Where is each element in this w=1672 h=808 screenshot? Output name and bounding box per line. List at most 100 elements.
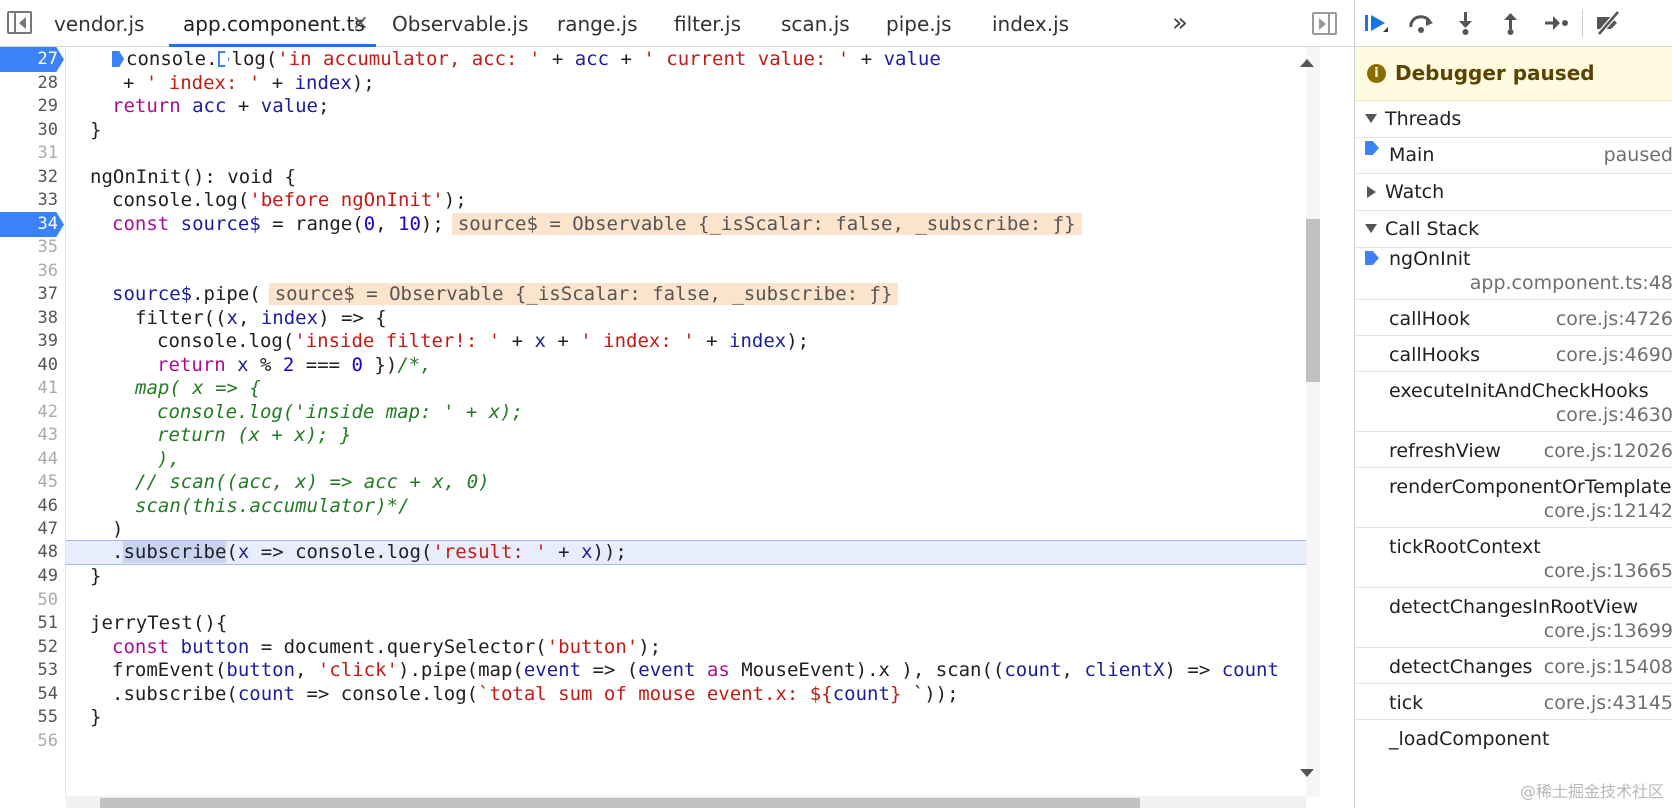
- code-line[interactable]: 38 filter((x, index) => {: [0, 306, 1320, 331]
- more-tabs-icon[interactable]: »: [1172, 0, 1188, 46]
- line-number[interactable]: 47: [0, 517, 60, 542]
- code-line[interactable]: 54 .subscribe(count => console.log(`tota…: [0, 682, 1320, 707]
- scroll-down-icon[interactable]: [1300, 769, 1314, 777]
- line-number[interactable]: 36: [0, 259, 60, 284]
- code-line[interactable]: 36: [0, 259, 1320, 284]
- line-number[interactable]: 28: [0, 71, 60, 96]
- code-line[interactable]: 40 return x % 2 === 0 })/*,: [0, 353, 1320, 378]
- line-number[interactable]: 52: [0, 635, 60, 660]
- code-line[interactable]: 53 fromEvent(button, 'click').pipe(map(e…: [0, 658, 1320, 683]
- line-number[interactable]: 53: [0, 658, 60, 683]
- code-line[interactable]: 49 }: [0, 564, 1320, 589]
- line-number[interactable]: 46: [0, 494, 60, 519]
- code-line[interactable]: 37 source$.pipe(source$ = Observable {_i…: [0, 282, 1320, 307]
- tab-scan-js[interactable]: scan.js: [781, 0, 850, 47]
- line-number[interactable]: 44: [0, 447, 60, 472]
- tab-filter-js[interactable]: filter.js: [674, 0, 741, 47]
- line-number[interactable]: 49: [0, 564, 60, 589]
- resume-icon[interactable]: [1361, 8, 1391, 38]
- line-number[interactable]: 32: [0, 165, 60, 190]
- line-number[interactable]: 43: [0, 423, 60, 448]
- line-number[interactable]: 56: [0, 729, 60, 754]
- line-number[interactable]: 31: [0, 141, 60, 166]
- step-over-icon[interactable]: [1406, 8, 1436, 38]
- call-stack-frame[interactable]: ngOnInit app.component.ts:48: [1355, 248, 1672, 300]
- code-line[interactable]: 50: [0, 588, 1320, 613]
- call-stack-section-header[interactable]: Call Stack: [1355, 211, 1672, 248]
- code-line[interactable]: 43 return (x + x); }: [0, 423, 1320, 448]
- line-number[interactable]: 30: [0, 118, 60, 143]
- call-stack-frame[interactable]: _loadComponent: [1355, 720, 1672, 760]
- line-number[interactable]: 39: [0, 329, 60, 354]
- code-line[interactable]: 52 const button = document.querySelector…: [0, 635, 1320, 660]
- tab-pipe-js[interactable]: pipe.js: [886, 0, 952, 47]
- call-stack-frame[interactable]: tickRootContext core.js:13665: [1355, 528, 1672, 588]
- code-line[interactable]: 47 ): [0, 517, 1320, 542]
- vertical-scrollbar[interactable]: [1306, 47, 1320, 797]
- breakpoint-line-number[interactable]: 27: [0, 47, 64, 72]
- code-line[interactable]: 28 + ' index: ' + index);: [0, 71, 1320, 96]
- call-stack-frame[interactable]: callHooks core.js:4690: [1355, 336, 1672, 372]
- code-line[interactable]: 55 }: [0, 705, 1320, 730]
- code-line[interactable]: 45 // scan((acc, x) => acc + x, 0): [0, 470, 1320, 495]
- current-line-number-cell[interactable]: 48: [0, 540, 66, 565]
- code-line[interactable]: 51 jerryTest(){: [0, 611, 1320, 636]
- toggle-navigator-icon[interactable]: [7, 11, 32, 34]
- line-number[interactable]: 35: [0, 235, 60, 260]
- line-number[interactable]: 42: [0, 400, 60, 425]
- code-line[interactable]: 44 ),: [0, 447, 1320, 472]
- line-number[interactable]: 50: [0, 588, 60, 613]
- step-out-icon[interactable]: [1496, 8, 1526, 38]
- code-line[interactable]: 56: [0, 729, 1320, 754]
- call-stack-frame[interactable]: callHook core.js:4726: [1355, 300, 1672, 336]
- line-number[interactable]: 41: [0, 376, 60, 401]
- line-number[interactable]: 54: [0, 682, 60, 707]
- code-line[interactable]: 30 }: [0, 118, 1320, 143]
- call-stack-frame[interactable]: detectChanges core.js:15408: [1355, 648, 1672, 684]
- code-line[interactable]: 34 const source$ = range(0, 10); source$ …: [0, 212, 1320, 237]
- line-number[interactable]: 45: [0, 470, 60, 495]
- tab-observable-js[interactable]: Observable.js: [392, 0, 528, 47]
- code-line[interactable]: 31: [0, 141, 1320, 166]
- code-line[interactable]: 27 console. log('in accumulator, acc: ' +…: [0, 47, 1320, 72]
- code-line[interactable]: 33 console.log('before ngOnInit');: [0, 188, 1320, 213]
- code-line[interactable]: 46 scan(this.accumulator)*/: [0, 494, 1320, 519]
- line-number[interactable]: 29: [0, 94, 60, 119]
- line-number[interactable]: 38: [0, 306, 60, 331]
- toggle-debugger-icon[interactable]: [1312, 12, 1337, 35]
- deactivate-breakpoints-icon[interactable]: [1593, 8, 1623, 38]
- tab-range-js[interactable]: range.js: [557, 0, 638, 47]
- watch-section-header[interactable]: Watch: [1355, 174, 1672, 211]
- code-line[interactable]: 39 console.log('inside filter!: ' + x + …: [0, 329, 1320, 354]
- tab-vendor-js[interactable]: vendor.js: [54, 0, 144, 47]
- threads-section-header[interactable]: Threads: [1355, 101, 1672, 138]
- breakpoint-line-number[interactable]: 34: [0, 212, 64, 237]
- current-execution-line[interactable]: .subscribe(x => console.log('result: ' +…: [66, 540, 1306, 565]
- code-line[interactable]: 35: [0, 235, 1320, 260]
- code-line[interactable]: 42 console.log('inside map: ' + x);: [0, 400, 1320, 425]
- line-number[interactable]: 48: [0, 540, 60, 565]
- tab-index-js[interactable]: index.js: [992, 0, 1069, 47]
- call-stack-frame[interactable]: tick core.js:43145: [1355, 684, 1672, 720]
- horizontal-scrollbar-thumb[interactable]: [100, 798, 1140, 808]
- line-number[interactable]: 33: [0, 188, 60, 213]
- step-into-icon[interactable]: [1451, 8, 1481, 38]
- line-number[interactable]: 51: [0, 611, 60, 636]
- thread-row-main[interactable]: Main paused: [1355, 138, 1672, 174]
- vertical-scrollbar-thumb[interactable]: [1306, 219, 1320, 382]
- close-icon[interactable]: ×: [352, 0, 369, 44]
- code-line[interactable]: 32 ngOnInit(): void {: [0, 165, 1320, 190]
- scroll-up-icon[interactable]: [1300, 59, 1314, 67]
- tab-app-component-ts[interactable]: app.component.ts: [169, 0, 376, 47]
- call-stack-frame[interactable]: renderComponentOrTemplate core.js:12142: [1355, 468, 1672, 528]
- code-line[interactable]: 29 return acc + value;: [0, 94, 1320, 119]
- line-number[interactable]: 55: [0, 705, 60, 730]
- code-editor[interactable]: 27 console. log('in accumulator, acc: ' +…: [0, 47, 1320, 797]
- call-stack-frame[interactable]: detectChangesInRootView core.js:13699: [1355, 588, 1672, 648]
- step-icon[interactable]: [1541, 8, 1571, 38]
- line-number[interactable]: 37: [0, 282, 60, 307]
- code-line[interactable]: 41 map( x => {: [0, 376, 1320, 401]
- line-number[interactable]: 40: [0, 353, 60, 378]
- call-stack-frame[interactable]: executeInitAndCheckHooks core.js:4630: [1355, 372, 1672, 432]
- call-stack-frame[interactable]: refreshView core.js:12026: [1355, 432, 1672, 468]
